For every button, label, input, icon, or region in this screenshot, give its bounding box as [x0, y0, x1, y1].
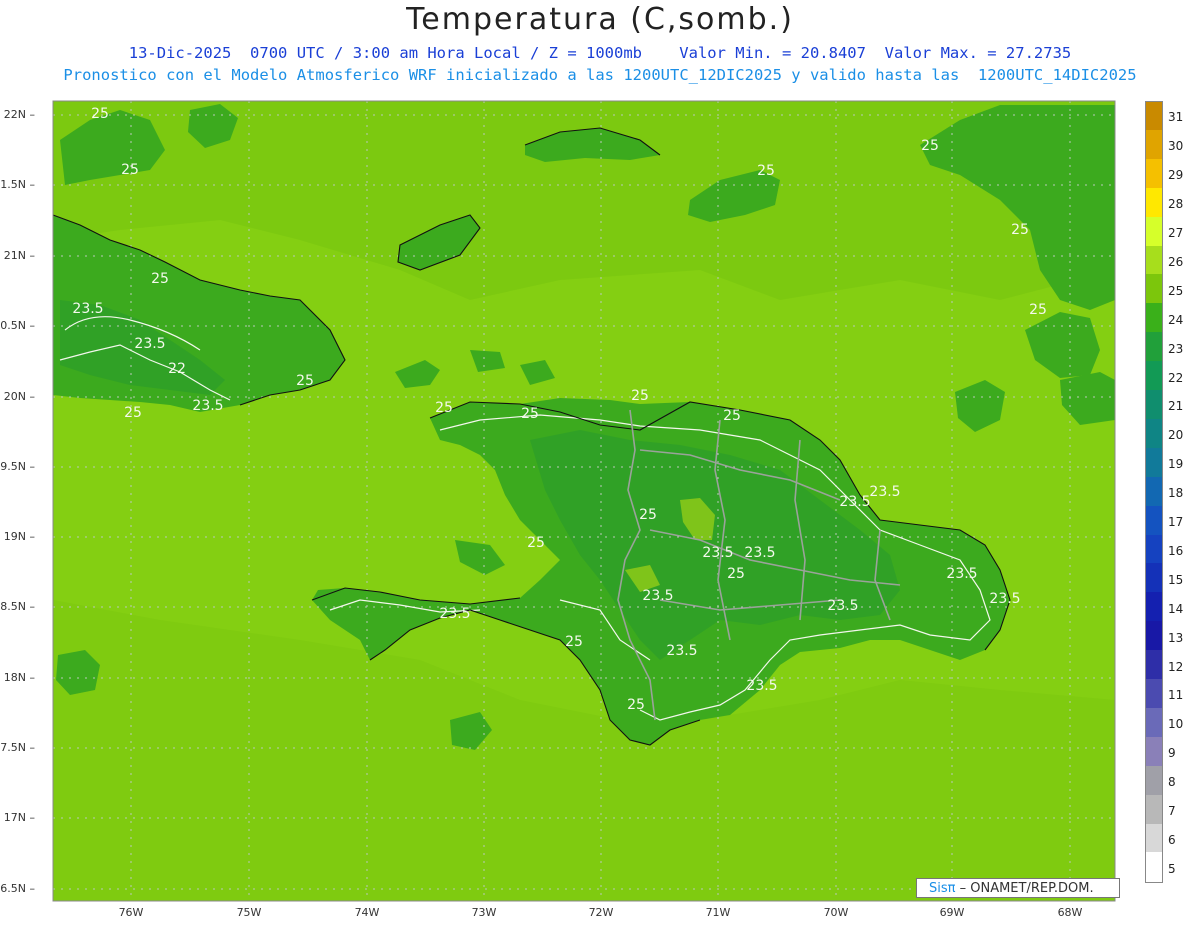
colorbar-label: 12: [1168, 659, 1184, 674]
contour-label: 25: [1029, 302, 1047, 318]
lat-tick-label: 6.5N –: [0, 882, 35, 895]
lon-tick-label: 73W: [471, 906, 497, 919]
lat-tick-label: 19N –: [3, 530, 35, 543]
colorbar-label: 18: [1168, 486, 1184, 501]
lat-tick-label: 9.5N –: [0, 460, 35, 473]
colorbar-label: 5: [1168, 861, 1176, 876]
contour-label: 23.5: [642, 588, 673, 604]
colorbar-label: 26: [1168, 254, 1184, 269]
colorbar-label: 21: [1168, 399, 1184, 414]
lon-tick-label: 68W: [1057, 906, 1083, 919]
colorbar-label: 31: [1168, 110, 1184, 125]
lon-tick-label: 74W: [354, 906, 380, 919]
contour-label: 25: [124, 405, 142, 421]
colorbar-label: 15: [1168, 572, 1184, 587]
colorbar-label: 14: [1168, 601, 1184, 616]
contour-label: 25: [921, 138, 939, 154]
colorbar-label: 7: [1168, 804, 1176, 819]
contour-label: 23.5: [989, 591, 1020, 607]
lon-tick-label: 76W: [118, 906, 144, 919]
sis-logo-text: Sisπ: [929, 881, 956, 896]
contour-label: 23.5: [746, 678, 777, 694]
contour-label: 23.5: [744, 545, 775, 561]
colorbar-label: 27: [1168, 226, 1184, 241]
lat-tick-label: 20N –: [3, 390, 35, 403]
contour-label: 25: [435, 400, 453, 416]
contour-label: 25: [527, 535, 545, 551]
lon-tick-label: 71W: [705, 906, 731, 919]
lat-tick-label: 17N –: [3, 811, 35, 824]
contour-label: 25: [151, 271, 169, 287]
contour-label: 23.5: [72, 301, 103, 317]
colorbar-label: 19: [1168, 457, 1184, 472]
colorbar-label: 29: [1168, 168, 1184, 183]
colorbar-label: 16: [1168, 543, 1184, 558]
contour-label: 23.5: [702, 545, 733, 561]
contour-label: 25: [639, 507, 657, 523]
lat-tick-label: 0.5N –: [0, 319, 35, 332]
colorbar-label: 30: [1168, 139, 1184, 154]
colorbar-label: 8: [1168, 775, 1176, 790]
colorbar-label: 11: [1168, 688, 1184, 703]
contour-label: 25: [121, 162, 139, 178]
contour-label: 23.5: [439, 606, 470, 622]
contour-label: 23.5: [192, 398, 223, 414]
colorbar-label: 9: [1168, 746, 1176, 761]
colorbar-label: 13: [1168, 630, 1184, 645]
colorbar-label: 24: [1168, 312, 1184, 327]
contour-label: 25: [631, 388, 649, 404]
contour-label: 23.5: [134, 336, 165, 352]
credit-box: Sisπ – ONAMET/REP.DOM.: [916, 878, 1120, 898]
contour-label: 23.5: [827, 598, 858, 614]
lat-tick-label: 1.5N –: [0, 178, 35, 191]
lon-tick-label: 75W: [236, 906, 262, 919]
contour-label: 25: [627, 697, 645, 713]
lon-tick-label: 70W: [823, 906, 849, 919]
lat-tick-label: 8.5N –: [0, 600, 35, 613]
colorbar-label: 25: [1168, 283, 1184, 298]
credit-text: – ONAMET/REP.DOM.: [955, 881, 1094, 896]
colorbar-label: 22: [1168, 370, 1184, 385]
contour-label: 25: [723, 408, 741, 424]
lon-tick-label: 69W: [939, 906, 965, 919]
contour-label: 23.5: [839, 494, 870, 510]
colorbar-label: 17: [1168, 515, 1184, 530]
colorbar-label: 20: [1168, 428, 1184, 443]
contour-label: 22: [168, 361, 186, 377]
contour-label: 25: [91, 106, 109, 122]
lat-tick-label: 22N –: [3, 108, 35, 121]
lon-tick-label: 72W: [588, 906, 614, 919]
colorbar-label: 6: [1168, 832, 1176, 847]
lat-tick-label: 7.5N –: [0, 741, 35, 754]
contour-label: 25: [565, 634, 583, 650]
contour-label: 25: [727, 566, 745, 582]
lat-tick-label: 18N –: [3, 671, 35, 684]
contour-label: 23.5: [946, 566, 977, 582]
lat-tick-label: 21N –: [3, 249, 35, 262]
contour-label: 23.5: [666, 643, 697, 659]
contour-label: 25: [1011, 222, 1029, 238]
contour-label: 23.5: [869, 484, 900, 500]
colorbar-label: 10: [1168, 717, 1184, 732]
colorbar-label: 23: [1168, 341, 1184, 356]
contour-label: 25: [296, 373, 314, 389]
colorbar-frame: [1145, 101, 1163, 884]
colorbar-label: 28: [1168, 197, 1184, 212]
temperature-map: 25252523.523.5222525 23.5 25 25252523.523.5…: [52, 100, 1116, 902]
contour-label: 25: [757, 163, 775, 179]
contour-label: 25: [521, 406, 539, 422]
